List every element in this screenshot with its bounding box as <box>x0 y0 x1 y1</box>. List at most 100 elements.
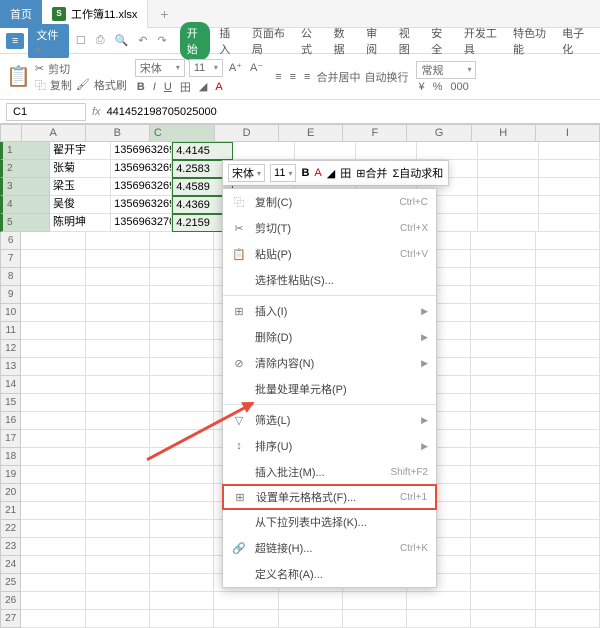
row-header[interactable]: 8 <box>0 268 21 286</box>
row-header[interactable]: 19 <box>0 466 21 484</box>
italic-icon[interactable]: I <box>151 81 158 93</box>
cell[interactable] <box>150 484 214 502</box>
cell[interactable] <box>471 466 535 484</box>
cell[interactable] <box>150 340 214 358</box>
ctx-item[interactable]: 删除(D)▶ <box>223 324 436 350</box>
cell[interactable] <box>150 232 214 250</box>
ribbon-tab-2[interactable]: 页面布局 <box>245 22 292 60</box>
cell[interactable]: 13569632699 <box>111 196 172 214</box>
cell[interactable] <box>295 142 356 160</box>
row-header[interactable]: 26 <box>0 592 21 610</box>
cell[interactable] <box>539 196 600 214</box>
ctx-item[interactable]: 📋粘贴(P)Ctrl+V <box>223 241 436 267</box>
cell[interactable] <box>21 610 85 628</box>
cell[interactable] <box>536 466 600 484</box>
cell[interactable] <box>86 574 150 592</box>
cell[interactable] <box>471 412 535 430</box>
ribbon-tab-10[interactable]: 电子化 <box>555 22 594 60</box>
ctx-item[interactable]: ✂剪切(T)Ctrl+X <box>223 215 436 241</box>
cell[interactable] <box>471 322 535 340</box>
ctx-item[interactable]: 从下拉列表中选择(K)... <box>223 509 436 535</box>
cell[interactable]: 张菊 <box>50 160 111 178</box>
row-header[interactable]: 5 <box>0 214 50 232</box>
mini-fill-icon[interactable]: ◢ <box>327 167 335 180</box>
ribbon-tab-9[interactable]: 特色功能 <box>506 22 553 60</box>
mini-font-select[interactable]: 宋体▾ <box>228 164 265 182</box>
cell[interactable] <box>471 250 535 268</box>
cell[interactable] <box>536 268 600 286</box>
cell[interactable] <box>536 520 600 538</box>
redo-icon[interactable]: ↷ <box>154 34 169 47</box>
cell[interactable] <box>21 412 85 430</box>
cell[interactable] <box>86 376 150 394</box>
cell[interactable]: 13569632697 <box>111 160 172 178</box>
ctx-item[interactable]: 批量处理单元格(P) <box>223 376 436 402</box>
name-box[interactable]: C1 <box>6 103 86 121</box>
cell[interactable] <box>86 466 150 484</box>
cell[interactable] <box>539 160 600 178</box>
row-header[interactable]: 27 <box>0 610 21 628</box>
cell[interactable]: 13569632696 <box>111 142 172 160</box>
ribbon-tab-1[interactable]: 插入 <box>212 22 243 60</box>
cell[interactable] <box>150 286 214 304</box>
row-header[interactable]: 16 <box>0 412 21 430</box>
ribbon-tab-0[interactable]: 开始 <box>180 22 211 60</box>
cell[interactable] <box>214 610 278 628</box>
cell[interactable]: 13569632698 <box>111 178 172 196</box>
cell[interactable] <box>21 448 85 466</box>
cell[interactable] <box>150 394 214 412</box>
cell[interactable] <box>150 538 214 556</box>
ctx-item[interactable]: 🔗超链接(H)...Ctrl+K <box>223 535 436 561</box>
cell[interactable] <box>471 394 535 412</box>
row-header[interactable]: 25 <box>0 574 21 592</box>
cell[interactable] <box>536 484 600 502</box>
cell[interactable] <box>279 592 343 610</box>
file-menu[interactable]: 文件 ▾ <box>28 24 68 58</box>
cut-icon[interactable]: ✂ <box>35 62 44 75</box>
cell[interactable] <box>86 394 150 412</box>
cell[interactable] <box>536 340 600 358</box>
ctx-item[interactable]: ⿻复制(C)Ctrl+C <box>223 189 436 215</box>
cell[interactable] <box>86 484 150 502</box>
cell[interactable] <box>21 520 85 538</box>
row-header[interactable]: 17 <box>0 430 21 448</box>
cell[interactable] <box>21 376 85 394</box>
row-header[interactable]: 10 <box>0 304 21 322</box>
cell[interactable] <box>150 268 214 286</box>
ctx-item[interactable]: 选择性粘贴(S)... <box>223 267 436 293</box>
align-top-icon[interactable]: ≡ <box>273 71 283 83</box>
cell[interactable] <box>150 610 214 628</box>
cell[interactable] <box>21 250 85 268</box>
number-format-select[interactable]: 常规▾ <box>416 61 476 79</box>
row-header[interactable]: 7 <box>0 250 21 268</box>
cell[interactable] <box>539 214 600 232</box>
border-icon[interactable]: 田 <box>178 79 193 95</box>
cell[interactable] <box>471 502 535 520</box>
cell[interactable] <box>478 142 539 160</box>
cell[interactable] <box>471 574 535 592</box>
cell[interactable] <box>86 268 150 286</box>
cell[interactable] <box>21 268 85 286</box>
cell[interactable]: 吴俊 <box>50 196 111 214</box>
cell[interactable] <box>536 610 600 628</box>
cell[interactable] <box>150 322 214 340</box>
col-header[interactable]: I <box>536 124 600 142</box>
cell[interactable] <box>86 358 150 376</box>
undo-icon[interactable]: ↶ <box>135 34 150 47</box>
select-all-corner[interactable] <box>0 124 22 142</box>
cell[interactable] <box>86 502 150 520</box>
mini-bold-icon[interactable]: B <box>301 167 309 179</box>
cell[interactable] <box>233 142 294 160</box>
cell[interactable] <box>536 592 600 610</box>
row-header[interactable]: 2 <box>0 160 50 178</box>
cell[interactable] <box>536 322 600 340</box>
cell[interactable] <box>150 556 214 574</box>
mini-size-select[interactable]: 11▾ <box>270 164 296 182</box>
cell[interactable] <box>471 556 535 574</box>
underline-icon[interactable]: U <box>162 81 174 93</box>
comma-icon[interactable]: 000 <box>448 81 470 93</box>
cell[interactable] <box>471 268 535 286</box>
row-header[interactable]: 21 <box>0 502 21 520</box>
cell[interactable] <box>21 286 85 304</box>
cell[interactable] <box>21 394 85 412</box>
